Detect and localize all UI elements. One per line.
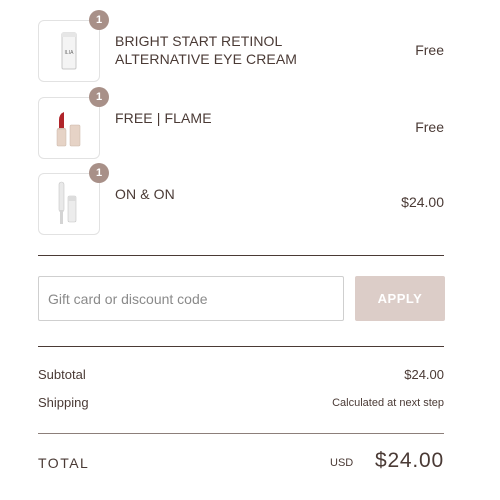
total-amount: $24.00 <box>374 449 444 472</box>
apply-discount-button[interactable]: APPLY <box>355 276 445 321</box>
product-thumbnail: ILIA <box>38 20 100 82</box>
total-label: TOTAL <box>38 455 90 471</box>
line-item: 1 FREE | FLAME Free <box>38 87 444 161</box>
item-name: ON & ON <box>115 186 175 202</box>
product-brand-label: ILIA <box>65 50 75 56</box>
product-thumbnail <box>38 97 100 159</box>
section-divider <box>38 255 444 256</box>
eye-cream-tube-image: ILIA <box>61 32 77 70</box>
item-name: FREE | FLAME <box>115 110 212 126</box>
shipping-value: Calculated at next step <box>332 397 444 409</box>
item-price: $24.00 <box>401 194 444 210</box>
section-divider <box>38 433 444 434</box>
lipstick-image <box>56 112 81 147</box>
section-divider <box>38 346 444 347</box>
subtotal-value: $24.00 <box>404 367 444 382</box>
total-currency: USD <box>330 457 354 469</box>
quantity-badge: 1 <box>89 87 109 107</box>
quantity-badge: 1 <box>89 10 109 30</box>
item-price: Free <box>415 42 444 58</box>
discount-code-input[interactable] <box>38 276 344 321</box>
shipping-label: Shipping <box>38 395 89 410</box>
item-price: Free <box>415 119 444 135</box>
line-item: 1 ON & ON $24.00 <box>38 163 444 237</box>
quantity-badge: 1 <box>89 163 109 183</box>
tube-product-image <box>58 181 77 224</box>
item-name: BRIGHT START RETINOL ALTERNATIVE EYE CRE… <box>115 33 298 67</box>
line-item: ILIA 1 BRIGHT START RETINOL ALTERNATIVE … <box>38 10 444 84</box>
product-thumbnail <box>38 173 100 235</box>
subtotal-label: Subtotal <box>38 367 86 382</box>
